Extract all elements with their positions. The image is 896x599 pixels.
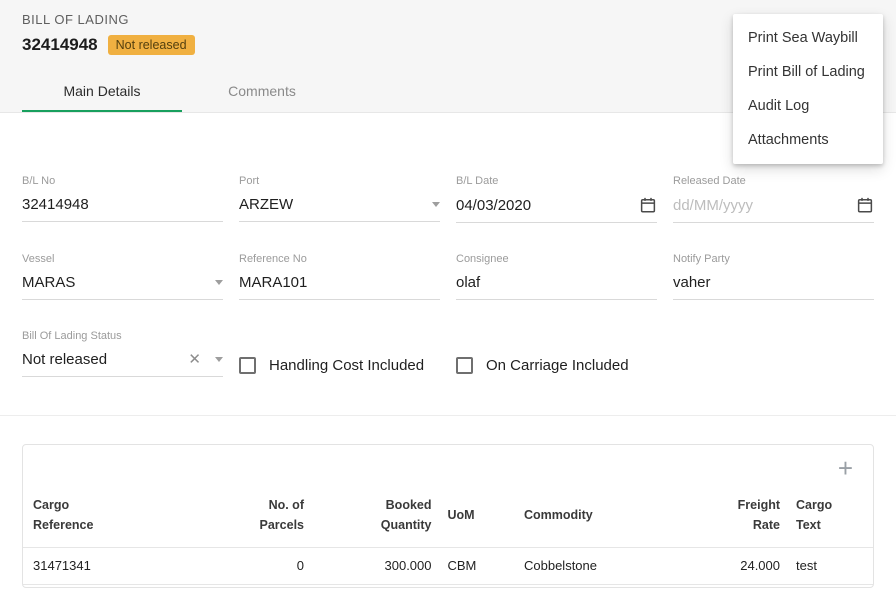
field-bl-date: B/L Date 04/03/2020 bbox=[456, 175, 657, 223]
released-date-placeholder: dd/MM/yyyy bbox=[673, 197, 850, 214]
consignee-value: olaf bbox=[456, 274, 657, 291]
field-label-bl-date: B/L Date bbox=[456, 175, 657, 187]
menu-item-print-bill-of-lading[interactable]: Print Bill of Lading bbox=[733, 55, 883, 89]
field-consignee: Consignee olaf bbox=[456, 253, 657, 300]
vessel-select[interactable]: MARAS bbox=[22, 269, 223, 300]
add-cargo-button[interactable]: + bbox=[834, 453, 857, 483]
section-divider bbox=[0, 415, 896, 416]
status-badge: Not released bbox=[108, 35, 195, 55]
bl-date-input[interactable]: 04/03/2020 bbox=[456, 191, 657, 223]
clear-icon[interactable]: ✕ bbox=[188, 352, 201, 367]
actions-menu: Print Sea Waybill Print Bill of Lading A… bbox=[733, 14, 883, 164]
reference-no-input[interactable]: MARA101 bbox=[239, 269, 440, 300]
cargo-table: CargoReference No. ofParcels BookedQuant… bbox=[23, 487, 873, 585]
cell-freight-rate: 24.000 bbox=[686, 548, 788, 585]
field-label-reference-no: Reference No bbox=[239, 253, 440, 265]
calendar-icon[interactable] bbox=[639, 196, 657, 214]
page-title: 32414948 bbox=[22, 35, 98, 55]
col-cargo-reference: CargoReference bbox=[23, 487, 227, 548]
port-select[interactable]: ARZEW bbox=[239, 191, 440, 222]
field-label-released-date: Released Date bbox=[673, 175, 874, 187]
checkbox-handling-cost-included[interactable]: Handling Cost Included bbox=[239, 354, 440, 377]
notify-party-input[interactable]: vaher bbox=[673, 269, 874, 300]
table-row[interactable]: 31471341 0 300.000 CBM Cobbelstone 24.00… bbox=[23, 548, 873, 585]
field-reference-no: Reference No MARA101 bbox=[239, 253, 440, 300]
col-commodity: Commodity bbox=[516, 487, 686, 548]
field-bl-no: B/L No 32414948 bbox=[22, 175, 223, 223]
bl-no-value: 32414948 bbox=[22, 196, 223, 213]
cell-booked-quantity: 300.000 bbox=[312, 548, 440, 585]
field-port: Port ARZEW bbox=[239, 175, 440, 223]
cell-uom: CBM bbox=[440, 548, 517, 585]
cell-cargo-reference: 31471341 bbox=[23, 548, 227, 585]
cell-cargo-text: test bbox=[788, 548, 873, 585]
menu-item-audit-log[interactable]: Audit Log bbox=[733, 89, 883, 123]
col-booked-quantity: BookedQuantity bbox=[312, 487, 440, 548]
cell-commodity: Cobbelstone bbox=[516, 548, 686, 585]
field-notify-party: Notify Party vaher bbox=[673, 253, 874, 300]
checkbox-box[interactable] bbox=[456, 357, 473, 374]
col-freight-rate: FreightRate bbox=[686, 487, 788, 548]
notify-party-value: vaher bbox=[673, 274, 874, 291]
consignee-input[interactable]: olaf bbox=[456, 269, 657, 300]
menu-item-print-sea-waybill[interactable]: Print Sea Waybill bbox=[733, 21, 883, 55]
tab-comments[interactable]: Comments bbox=[182, 71, 342, 112]
checkbox-on-carriage-included[interactable]: On Carriage Included bbox=[456, 354, 657, 377]
port-value: ARZEW bbox=[239, 196, 426, 213]
col-uom: UoM bbox=[440, 487, 517, 548]
checkbox-box[interactable] bbox=[239, 357, 256, 374]
field-vessel: Vessel MARAS bbox=[22, 253, 223, 300]
field-bl-status: Bill Of Lading Status Not released ✕ bbox=[22, 330, 223, 377]
vessel-value: MARAS bbox=[22, 274, 209, 291]
chevron-down-icon[interactable] bbox=[215, 357, 223, 362]
cell-no-of-parcels: 0 bbox=[227, 548, 312, 585]
field-label-bl-no: B/L No bbox=[22, 175, 223, 187]
bl-status-select[interactable]: Not released ✕ bbox=[22, 346, 223, 377]
col-no-of-parcels: No. ofParcels bbox=[227, 487, 312, 548]
field-label-port: Port bbox=[239, 175, 440, 187]
bl-status-value: Not released bbox=[22, 351, 188, 368]
released-date-input[interactable]: dd/MM/yyyy bbox=[673, 191, 874, 223]
checkbox-label: On Carriage Included bbox=[486, 357, 629, 374]
tab-main-details[interactable]: Main Details bbox=[22, 71, 182, 112]
cargo-table-header-row: CargoReference No. ofParcels BookedQuant… bbox=[23, 487, 873, 548]
cargo-card-toolbar: + bbox=[23, 445, 873, 483]
bl-no-input[interactable]: 32414948 bbox=[22, 191, 223, 222]
field-label-vessel: Vessel bbox=[22, 253, 223, 265]
main-details-form: B/L No 32414948 Port ARZEW B/L Date 04/0… bbox=[0, 175, 896, 377]
calendar-icon[interactable] bbox=[856, 196, 874, 214]
chevron-down-icon[interactable] bbox=[432, 202, 440, 207]
chevron-down-icon[interactable] bbox=[215, 280, 223, 285]
field-label-consignee: Consignee bbox=[456, 253, 657, 265]
reference-no-value: MARA101 bbox=[239, 274, 440, 291]
checkbox-label: Handling Cost Included bbox=[269, 357, 424, 374]
field-released-date: Released Date dd/MM/yyyy bbox=[673, 175, 874, 223]
field-label-notify-party: Notify Party bbox=[673, 253, 874, 265]
cargo-card: + CargoReference No. ofParcels BookedQua… bbox=[22, 444, 874, 588]
bl-date-value: 04/03/2020 bbox=[456, 197, 633, 214]
menu-item-attachments[interactable]: Attachments bbox=[733, 123, 883, 157]
col-cargo-text: CargoText bbox=[788, 487, 873, 548]
field-label-bl-status: Bill Of Lading Status bbox=[22, 330, 223, 342]
